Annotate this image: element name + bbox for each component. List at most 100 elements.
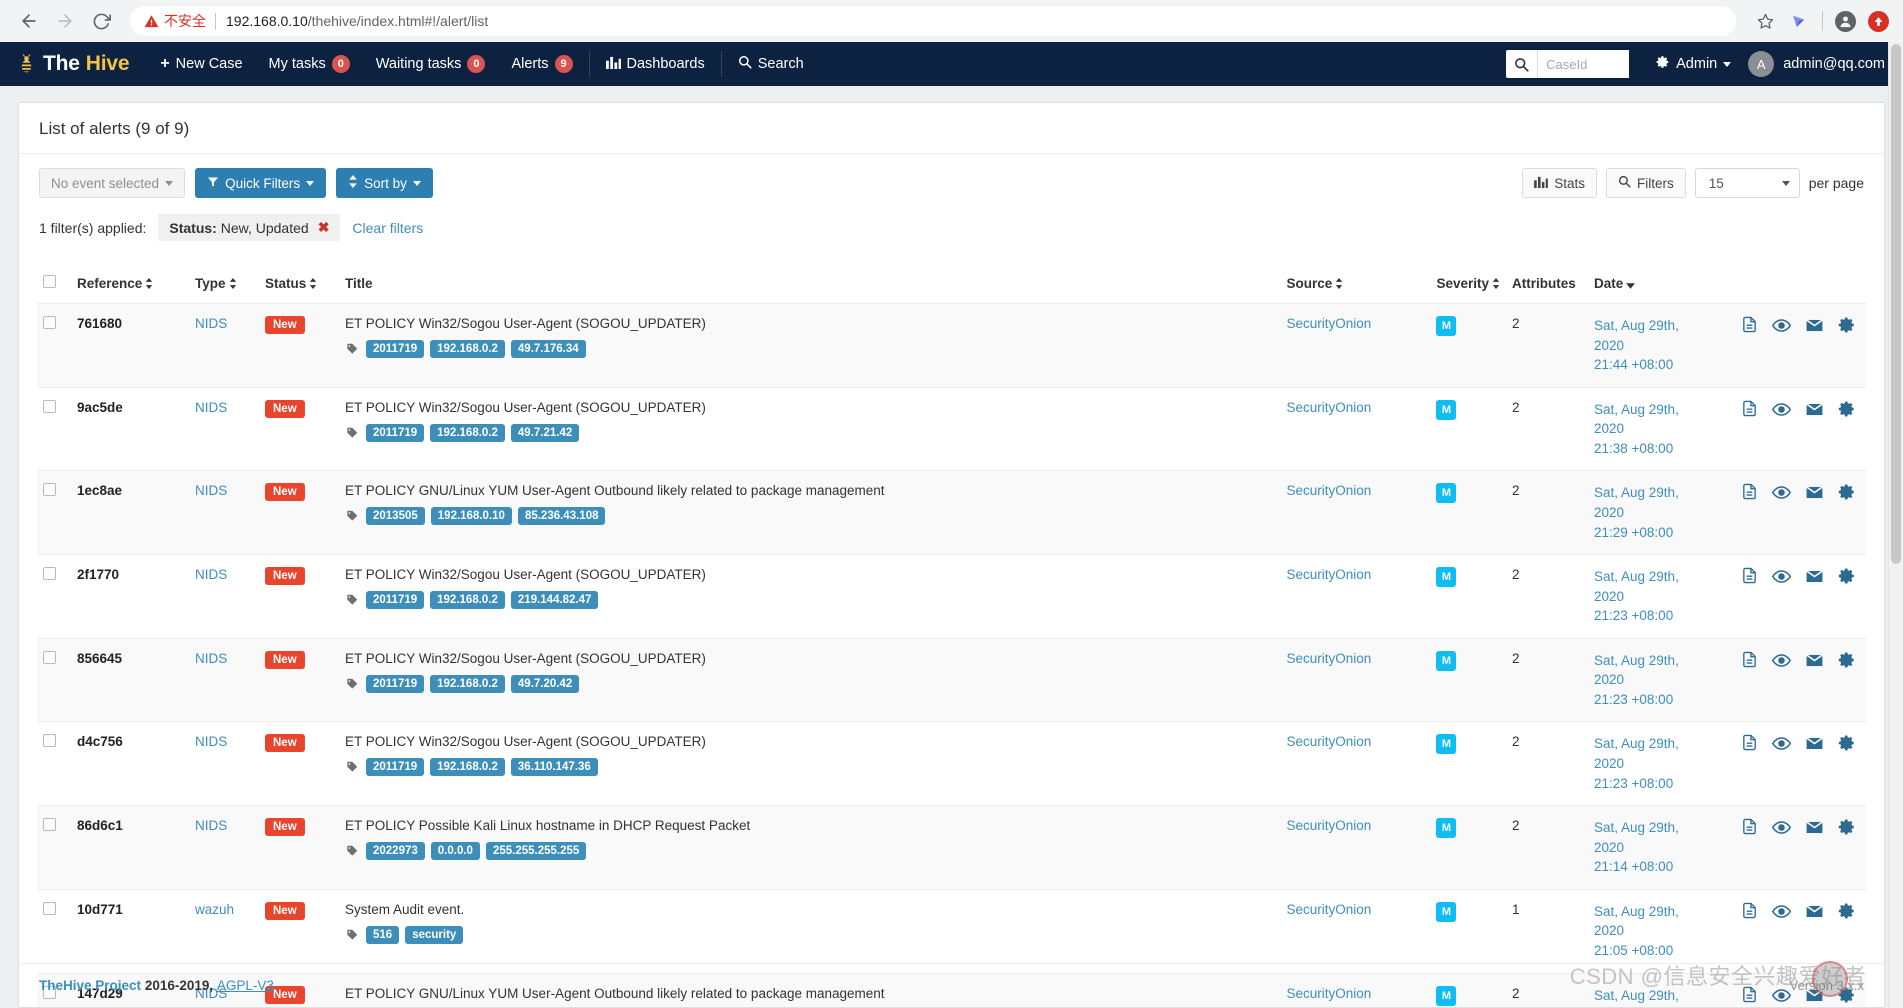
file-icon[interactable]: [1741, 734, 1758, 753]
alert-title[interactable]: ET POLICY GNU/Linux YUM User-Agent Outbo…: [345, 483, 1274, 498]
brand-logo[interactable]: The Hive: [0, 42, 147, 86]
eye-icon[interactable]: [1772, 483, 1791, 502]
back-arrow-icon[interactable]: [14, 6, 44, 36]
source-link[interactable]: SecurityOnion: [1286, 567, 1371, 582]
row-checkbox[interactable]: [43, 316, 56, 329]
tag[interactable]: 192.168.0.2: [430, 591, 505, 610]
row-checkbox[interactable]: [43, 818, 56, 832]
filters-button[interactable]: Filters: [1605, 168, 1686, 198]
type-link[interactable]: NIDS: [195, 400, 227, 415]
file-icon[interactable]: [1741, 651, 1758, 670]
row-checkbox[interactable]: [43, 734, 56, 748]
sort-by-button[interactable]: Sort by: [336, 168, 433, 198]
tag[interactable]: 49.7.20.42: [510, 674, 580, 693]
eye-icon[interactable]: [1772, 734, 1791, 753]
row-checkbox[interactable]: [43, 650, 56, 664]
profile-avatar-icon[interactable]: [1835, 10, 1856, 32]
file-icon[interactable]: [1741, 483, 1758, 502]
tag[interactable]: 36.110.147.36: [510, 758, 598, 777]
nav-dashboards[interactable]: Dashboards: [593, 42, 718, 86]
tag[interactable]: 219.144.82.47: [510, 591, 599, 610]
event-select-dropdown[interactable]: No event selected: [39, 168, 186, 198]
type-link[interactable]: NIDS: [195, 651, 227, 666]
file-icon[interactable]: [1741, 316, 1758, 335]
stats-button[interactable]: Stats: [1522, 168, 1597, 198]
alert-title[interactable]: ET POLICY Possible Kali Linux hostname i…: [345, 818, 1274, 833]
row-checkbox[interactable]: [43, 901, 56, 915]
table-row[interactable]: d4c756 NIDS New ET POLICY Win32/Sogou Us…: [37, 721, 1866, 806]
address-bar[interactable]: 不安全 192.168.0.10/thehive/index.html#!/al…: [130, 6, 1736, 36]
row-checkbox[interactable]: [43, 399, 56, 413]
update-available-icon[interactable]: [1868, 10, 1889, 32]
envelope-icon[interactable]: [1805, 567, 1824, 586]
tag[interactable]: 2011719: [366, 340, 425, 358]
envelope-icon[interactable]: [1805, 483, 1824, 502]
type-link[interactable]: NIDS: [195, 818, 227, 833]
remove-filter-icon[interactable]: ✖: [318, 219, 330, 236]
scrollbar-thumb[interactable]: [1891, 44, 1901, 564]
date-value[interactable]: Sat, Aug 29th, 2020 21:23 +08:00: [1594, 736, 1679, 790]
quick-filters-button[interactable]: Quick Filters: [195, 168, 327, 198]
header-source[interactable]: Source: [1280, 269, 1430, 304]
envelope-icon[interactable]: [1805, 400, 1824, 419]
source-link[interactable]: SecurityOnion: [1286, 316, 1371, 331]
source-link[interactable]: SecurityOnion: [1286, 902, 1371, 917]
source-link[interactable]: SecurityOnion: [1286, 400, 1371, 415]
search-input[interactable]: [1537, 50, 1630, 78]
date-value[interactable]: Sat, Aug 29th, 2020 21:05 +08:00: [1594, 904, 1679, 958]
table-row[interactable]: 761680 NIDS New ET POLICY Win32/Sogou Us…: [37, 303, 1866, 388]
tag[interactable]: 85.236.43.108: [517, 507, 606, 526]
type-link[interactable]: NIDS: [195, 483, 227, 498]
tag[interactable]: 516: [366, 925, 400, 944]
type-link[interactable]: wazuh: [195, 902, 234, 917]
type-link[interactable]: NIDS: [195, 316, 227, 331]
forward-arrow-icon[interactable]: [50, 6, 80, 36]
nav-admin-menu[interactable]: Admin: [1643, 42, 1744, 86]
header-date[interactable]: Date: [1588, 269, 1716, 304]
date-value[interactable]: Sat, Aug 29th, 2020 21:23 +08:00: [1594, 569, 1679, 623]
nav-my-tasks[interactable]: My tasks 0: [256, 42, 363, 86]
gear-icon[interactable]: [1838, 734, 1856, 753]
per-page-select[interactable]: 15: [1694, 168, 1800, 198]
table-row[interactable]: 1ec8ae NIDS New ET POLICY GNU/Linux YUM …: [37, 470, 1866, 555]
table-row[interactable]: 856645 NIDS New ET POLICY Win32/Sogou Us…: [37, 638, 1866, 722]
row-checkbox[interactable]: [43, 567, 56, 581]
gear-icon[interactable]: [1838, 400, 1856, 419]
nav-user-menu[interactable]: A admin@qq.com: [1744, 42, 1903, 86]
eye-icon[interactable]: [1772, 316, 1791, 335]
eye-icon[interactable]: [1772, 567, 1791, 586]
envelope-icon[interactable]: [1805, 316, 1824, 335]
tag[interactable]: security: [405, 925, 464, 944]
alert-title[interactable]: System Audit event.: [345, 902, 1274, 917]
gear-icon[interactable]: [1838, 567, 1856, 586]
footer-project-link[interactable]: TheHive Project: [39, 978, 141, 993]
eye-icon[interactable]: [1772, 902, 1791, 921]
nav-alerts[interactable]: Alerts 9: [498, 42, 585, 86]
source-link[interactable]: SecurityOnion: [1286, 651, 1371, 666]
tag[interactable]: 0.0.0.0: [430, 842, 480, 861]
header-severity[interactable]: Severity: [1430, 269, 1506, 304]
tag[interactable]: 2011719: [366, 758, 425, 777]
envelope-icon[interactable]: [1805, 651, 1824, 670]
tag[interactable]: 2011719: [366, 591, 425, 610]
tag[interactable]: 49.7.21.42: [510, 423, 580, 442]
gear-icon[interactable]: [1838, 651, 1856, 670]
case-id-search[interactable]: [1506, 50, 1630, 78]
gear-icon[interactable]: [1838, 316, 1856, 335]
tag[interactable]: 192.168.0.2: [430, 423, 505, 442]
table-row[interactable]: 86d6c1 NIDS New ET POLICY Possible Kali …: [37, 805, 1866, 890]
alert-title[interactable]: ET POLICY Win32/Sogou User-Agent (SOGOU_…: [345, 651, 1274, 666]
extension-icon[interactable]: [1788, 10, 1810, 32]
tag[interactable]: 192.168.0.2: [430, 340, 505, 358]
type-link[interactable]: NIDS: [195, 567, 227, 582]
envelope-icon[interactable]: [1805, 734, 1824, 753]
source-link[interactable]: SecurityOnion: [1286, 818, 1371, 833]
date-value[interactable]: Sat, Aug 29th, 2020 21:14 +08:00: [1594, 820, 1679, 874]
nav-new-case[interactable]: + New Case: [147, 42, 255, 86]
gear-icon[interactable]: [1838, 902, 1856, 921]
tag[interactable]: 2011719: [366, 423, 425, 442]
file-icon[interactable]: [1741, 567, 1758, 586]
envelope-icon[interactable]: [1805, 818, 1824, 837]
alert-title[interactable]: ET POLICY Win32/Sogou User-Agent (SOGOU_…: [345, 734, 1274, 749]
date-value[interactable]: Sat, Aug 29th, 2020 21:23 +08:00: [1594, 653, 1679, 707]
